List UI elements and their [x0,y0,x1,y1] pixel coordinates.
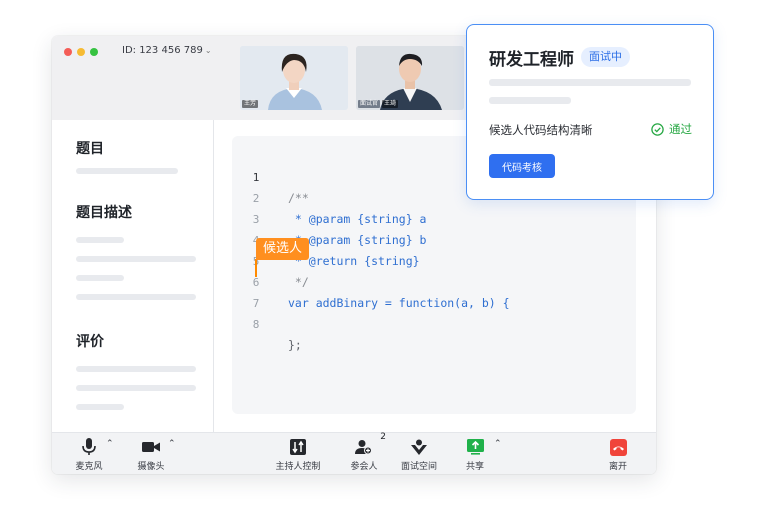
share-label: 共享 [465,462,484,472]
placeholder-line [76,366,196,372]
meeting-id[interactable]: ID: 123 456 789 ⌄ [122,45,212,56]
interview-status-card: 研发工程师 面试中 候选人代码结构清晰 通过 代码考核 [466,24,714,200]
host-control-button[interactable]: 主持人控制 [274,437,322,472]
code-text: * @param {string} a [288,212,427,226]
code-text: */ [288,275,309,289]
host-control-icon [290,439,306,455]
check-circle-icon [651,122,664,136]
interviewer-role: 面试官 [358,100,381,108]
mic-options-chevron-icon[interactable]: ⌃ [106,439,114,449]
code-line: 7 [232,274,287,310]
interview-space-icon [411,439,427,455]
evaluation-title: 评价 [76,334,104,350]
candidate-text-cursor [255,259,257,277]
host-control-label: 主持人控制 [275,462,321,472]
placeholder-line [76,237,124,243]
interview-space-button[interactable]: 面试空间 [400,437,438,472]
meeting-id-text: ID: 123 456 789 [122,45,203,56]
pass-status: 通过 [651,121,692,137]
code-text: var addBinary = function(a, b) { [288,296,510,310]
video-tile-candidate[interactable]: 王芳 [240,46,348,110]
placeholder-line [76,256,196,262]
line-number: 8 [252,318,260,331]
placeholder-line [76,385,196,391]
candidate-name: 王芳 [242,100,259,108]
maximize-window-button[interactable] [90,48,98,56]
code-text: }; [288,338,302,352]
camera-label: 摄像头 [137,462,165,472]
video-camera-icon [142,442,160,452]
candidate-name-tag: 王芳 [242,100,259,108]
placeholder-line [76,404,124,410]
position-title: 研发工程师 [489,50,574,70]
meeting-toolbar: 麦克风 ⌃ 摄像头 ⌃ 主持人控制 2 参会人 面试空间 共享 ⌃ 离开 [52,432,656,474]
question-title: 题目 [76,141,104,157]
placeholder-line [76,168,178,174]
code-line: 1 /** [232,148,309,205]
microphone-label: 麦克风 [75,462,103,472]
close-window-button[interactable] [64,48,72,56]
participants-count: 2 [380,432,386,442]
code-line: 3 * @param {string} b [232,190,427,247]
leave-button[interactable]: 离开 [606,437,630,472]
candidate-cursor-label: 候选人 [256,238,310,260]
pass-label: 通过 [669,122,692,136]
minimize-window-button[interactable] [77,48,85,56]
placeholder-line [76,275,124,281]
code-text: /** [288,191,309,205]
microphone-button[interactable]: 麦克风 [74,437,104,472]
share-button[interactable]: 共享 [462,437,488,472]
question-sidebar: 题目 题目描述 评价 [52,120,214,432]
code-line: 4 * @return {string} [232,211,420,268]
question-description-title: 题目描述 [76,205,132,221]
leave-label: 离开 [608,462,627,472]
microphone-icon [82,438,96,455]
code-line: 8 }; [232,295,302,352]
interviewer-name-tag: 面试官 王琦 [358,100,399,108]
stage: ID: 123 456 789 ⌄ 王芳 面试官 王琦 题目 题目描述 评价 1… [0,0,757,520]
code-review-button[interactable]: 代码考核 [489,154,555,178]
placeholder-line [489,79,691,86]
placeholder-line [489,97,571,104]
interviewer-name: 王琦 [382,100,399,108]
participants-button[interactable]: 2 参会人 [348,432,386,472]
evaluation-note: 候选人代码结构清晰 [489,123,593,137]
status-badge: 面试中 [581,47,630,67]
video-tile-interviewer[interactable]: 面试官 王琦 [356,46,464,110]
code-line: 2 * @param {string} a [232,169,427,226]
participants-icon [355,440,372,455]
placeholder-line [76,294,196,300]
participants-label: 参会人 [350,462,378,472]
camera-options-chevron-icon[interactable]: ⌃ [168,439,176,449]
chevron-down-icon: ⌄ [204,46,212,55]
hang-up-icon [609,438,627,456]
share-screen-icon [466,439,484,455]
camera-button[interactable]: 摄像头 [136,437,166,472]
share-options-chevron-icon[interactable]: ⌃ [494,439,502,449]
interview-space-label: 面试空间 [400,462,437,472]
